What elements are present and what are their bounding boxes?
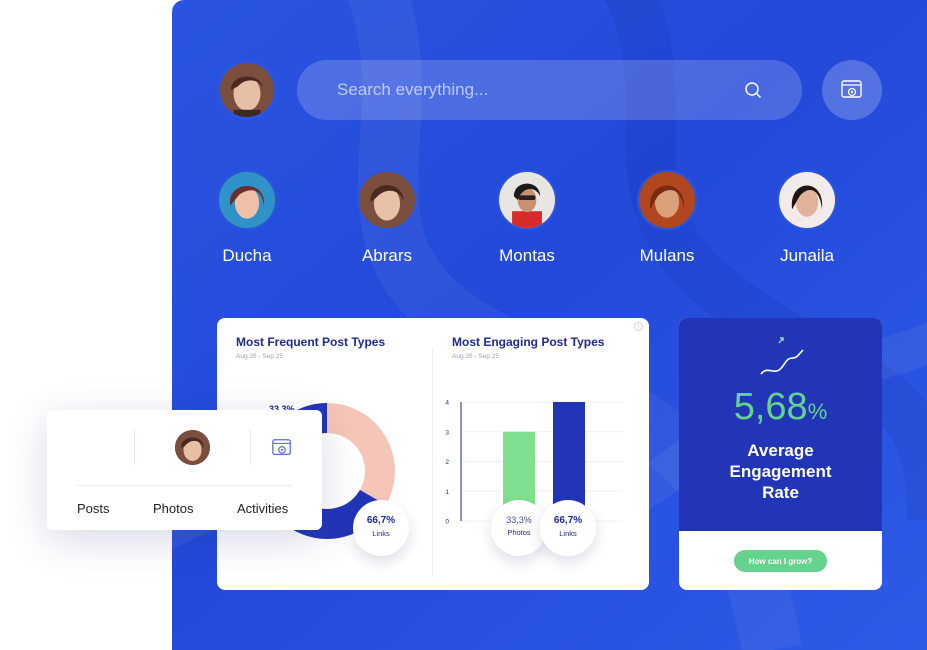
activities-icon[interactable] [271, 437, 293, 459]
search-input[interactable] [337, 80, 744, 100]
friend-name: Montas [499, 246, 555, 265]
engagement-rate-number: 5,68 [733, 386, 808, 428]
search-bar [297, 60, 802, 120]
search-icon[interactable] [744, 81, 762, 99]
friend-avatar [637, 170, 697, 230]
bar-label-name: Links [559, 529, 577, 538]
bar-label-links: 66,7% Links [540, 500, 596, 556]
how-can-i-grow-button[interactable]: How can I grow? [734, 550, 827, 572]
friend-name: Ducha [222, 246, 272, 265]
engagement-rate-title: Average Engagement Rate [729, 441, 832, 502]
friend-name: Junaila [780, 246, 834, 265]
tab-activities[interactable]: Activities [237, 501, 288, 516]
profile-tabs-card: Posts Photos Activities [47, 410, 322, 530]
bar-label-photos: 33,3% Photos [491, 500, 547, 556]
bar-chart-y-tick: 4 [445, 400, 449, 407]
page: Ducha Abrars Montas Mulans Junaila i Mos… [0, 0, 927, 650]
friend-avatar [777, 170, 837, 230]
friend-abrars[interactable]: Abrars [332, 170, 442, 266]
photos-avatar-image [175, 430, 210, 465]
friend-name: Abrars [361, 246, 413, 265]
bar-chart-y-tick: 2 [445, 459, 449, 466]
friend-montas[interactable]: Montas [472, 170, 582, 266]
profile-avatar-image [220, 63, 274, 117]
bar-chart: 0 1 2 3 4 [445, 400, 623, 526]
friend-mulans[interactable]: Mulans [612, 170, 722, 266]
tab-posts[interactable]: Posts [77, 501, 110, 516]
engagement-card: 5,68% Average Engagement Rate How can I … [679, 318, 882, 590]
tabs-divider [77, 485, 292, 486]
settings-button[interactable] [822, 60, 882, 120]
engagement-rate-unit: % [807, 399, 828, 424]
friend-avatar [357, 170, 417, 230]
donut-label-value: 66,7% [366, 515, 396, 526]
bar-chart-y-tick: 3 [445, 429, 449, 436]
tab-separator [250, 430, 251, 465]
trend-arrow-icon [760, 337, 804, 375]
bar-chart-y-tick: 0 [445, 519, 449, 526]
tab-photos[interactable]: Photos [153, 501, 193, 516]
settings-icon [841, 80, 862, 98]
donut-slice-photos [327, 403, 395, 505]
bar-chart-y-tick: 1 [445, 489, 449, 496]
bar-label-name: Photos [507, 528, 531, 537]
friend-avatar [497, 170, 557, 230]
friend-junaila[interactable]: Junaila [752, 170, 862, 266]
profile-avatar[interactable] [217, 60, 277, 120]
friend-ducha[interactable]: Ducha [192, 170, 302, 266]
friend-name: Mulans [639, 246, 695, 265]
bar-label-value: 33,3% [506, 515, 532, 525]
friend-avatar [217, 170, 277, 230]
dashboard-panel: Ducha Abrars Montas Mulans Junaila i Mos… [172, 0, 927, 650]
engagement-rate-value: 5,68% [679, 386, 882, 429]
donut-label-links: 66,7% Links [353, 500, 409, 556]
tab-separator [134, 430, 135, 465]
bar-label-value: 66,7% [553, 515, 583, 526]
photos-avatar[interactable] [175, 430, 210, 465]
engagement-card-header: 5,68% Average Engagement Rate [679, 318, 882, 531]
donut-label-name: Links [372, 529, 390, 538]
